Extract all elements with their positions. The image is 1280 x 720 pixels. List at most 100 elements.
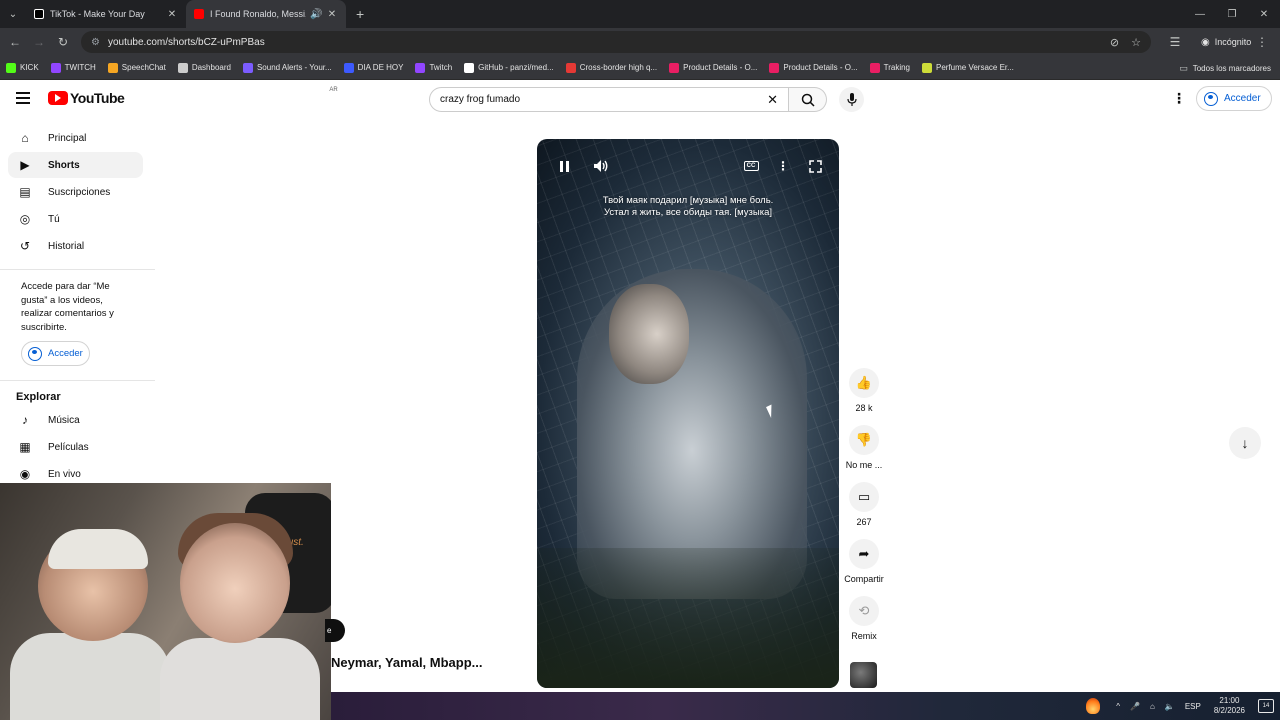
bookmark-favicon-icon (242, 62, 253, 73)
bookmark-item[interactable]: GitHub - panzi/med... (464, 62, 554, 73)
new-tab-button[interactable]: + (346, 0, 374, 28)
restore-icon[interactable]: ❐ (1216, 0, 1248, 28)
dislike-icon: 👎 (849, 425, 879, 455)
sidebar-item-subscriptions[interactable]: ▤ Suscripciones (8, 179, 143, 205)
explore-heading: Explorar (16, 391, 61, 403)
search-button[interactable] (789, 87, 827, 112)
remix-button[interactable]: ⟲ Remix (842, 596, 886, 641)
speaker-icon[interactable]: 🔈 (1165, 702, 1175, 711)
bookmark-item[interactable]: Sound Alerts - Your... (242, 62, 332, 73)
sidebar-divider (0, 269, 155, 270)
settings-menu-icon[interactable]: ⋮ (1172, 90, 1186, 107)
pause-icon[interactable] (553, 157, 575, 175)
bookmark-label: TWITCH (64, 63, 96, 72)
sidebar-item-home[interactable]: ⌂ Principal (8, 125, 143, 151)
address-bar[interactable]: ⚙ youtube.com/shorts/bCZ-uPmPBas ⊘ ☆ (81, 31, 1151, 53)
notifications-icon[interactable]: 14 (1258, 699, 1274, 713)
close-tab-icon[interactable]: ✕ (326, 9, 338, 20)
browser-menu-icon[interactable]: ⋮ (1256, 35, 1268, 49)
like-icon: 👍 (849, 368, 879, 398)
clock[interactable]: 21:00 8/2/2026 (1214, 696, 1245, 716)
bookmark-label: GitHub - panzi/med... (478, 63, 554, 72)
bookmark-item[interactable]: DIA DE HOY (343, 62, 403, 73)
tab-tiktok[interactable]: TikTok - Make Your Day ✕ (26, 0, 186, 28)
reading-list-icon[interactable]: ☰ (1163, 30, 1187, 54)
short-title[interactable]: Neymar, Yamal, Mbapp... (331, 655, 483, 670)
incognito-indicator[interactable]: ◉ Incógnito (1201, 37, 1251, 48)
subtitle-line: Твой маяк подарил [музыка] мне боль. (602, 195, 774, 206)
voice-search-button[interactable] (839, 87, 864, 112)
bookmark-item[interactable]: Cross-border high q... (565, 62, 658, 73)
bookmark-favicon-icon (565, 62, 576, 73)
bookmark-item[interactable]: KICK (6, 62, 39, 73)
logo-text: YouTube (70, 90, 125, 106)
tiktok-favicon-icon (34, 9, 44, 19)
sidebar-item-music[interactable]: ♪ Música (8, 407, 143, 433)
bookmark-item[interactable]: Twitch (415, 62, 452, 73)
sidebar-item-history[interactable]: ↺ Historial (8, 233, 143, 259)
signin-note: Accede para dar “Me gusta” a los videos,… (21, 281, 114, 333)
youtube-logo[interactable]: YouTube AR (48, 87, 338, 106)
reload-icon[interactable]: ↻ (51, 30, 75, 54)
network-icon[interactable]: ⌂ (1150, 702, 1155, 711)
site-info-icon[interactable]: ⚙ (91, 37, 100, 48)
bookmark-item[interactable]: SpeechChat (107, 62, 166, 73)
fullscreen-icon[interactable] (804, 157, 826, 175)
captions-icon[interactable]: CC (740, 157, 762, 175)
action-label: Compartir (844, 574, 884, 584)
bookmark-star-icon[interactable]: ☆ (1131, 36, 1141, 49)
close-window-icon[interactable]: ✕ (1248, 0, 1280, 28)
tray-overflow-icon[interactable]: ^ (1116, 702, 1120, 711)
browser-toolbar: ← → ↻ ⚙ youtube.com/shorts/bCZ-uPmPBas ⊘… (0, 28, 1280, 56)
sign-in-button[interactable]: Acceder (1196, 86, 1272, 111)
all-bookmarks-button[interactable]: ▭ Todos los marcadores (1179, 56, 1271, 80)
volume-icon[interactable] (590, 157, 612, 175)
audio-icon[interactable]: 🔊 (310, 9, 322, 20)
share-icon: ➦ (849, 539, 879, 569)
minimize-icon[interactable]: — (1184, 0, 1216, 28)
history-icon: ↺ (19, 239, 31, 253)
menu-icon[interactable] (16, 92, 30, 104)
app-flame-icon[interactable] (1086, 698, 1100, 714)
short-video-player[interactable]: CC ⋮ Твой маяк подарил [музыка] мне боль… (537, 139, 839, 688)
bookmark-favicon-icon (107, 62, 118, 73)
bookmark-item[interactable]: Product Details - O... (669, 62, 757, 73)
tab-title: I Found Ronaldo, Messi, Ne (210, 9, 306, 19)
clear-search-icon[interactable]: ✕ (767, 92, 778, 108)
eye-off-icon[interactable]: ⊘ (1110, 36, 1119, 49)
bookmark-item[interactable]: Traking (869, 62, 910, 73)
bookmark-label: SpeechChat (121, 63, 166, 72)
tab-search-icon[interactable]: ⌄ (0, 0, 26, 28)
mic-tray-icon[interactable]: 🎤 (1130, 702, 1140, 711)
forward-icon[interactable]: → (27, 30, 51, 54)
close-tab-icon[interactable]: ✕ (166, 9, 178, 20)
channel-avatar[interactable] (850, 662, 877, 688)
bookmark-item[interactable]: Product Details - O... (769, 62, 858, 73)
sidebar-item-label: Historial (48, 240, 85, 252)
sidebar-divider (0, 380, 155, 381)
sidebar-item-you[interactable]: ◎ Tú (8, 206, 143, 232)
account-icon (28, 346, 42, 361)
bookmark-item[interactable]: TWITCH (50, 62, 96, 73)
bookmark-item[interactable]: Dashboard (177, 62, 231, 73)
sidebar-sign-in-button[interactable]: Acceder (21, 341, 90, 366)
back-icon[interactable]: ← (3, 30, 27, 54)
share-button[interactable]: ➦ Compartir (842, 539, 886, 584)
dislike-button[interactable]: 👎 No me ... (842, 425, 886, 470)
mic-icon (846, 92, 857, 106)
windows-taskbar: ^ 🎤 ⌂ 🔈 ESP 21:00 8/2/2026 14 (331, 692, 1280, 720)
bookmark-item[interactable]: Perfume Versace Er... (922, 62, 1014, 73)
language-indicator[interactable]: ESP (1185, 702, 1201, 711)
tab-youtube[interactable]: I Found Ronaldo, Messi, Ne 🔊 ✕ (186, 0, 346, 28)
action-label: 267 (856, 517, 872, 527)
like-button[interactable]: 👍 28 k (842, 368, 886, 413)
comment-button[interactable]: ▭ 267 (842, 482, 886, 527)
bookmark-label: Cross-border high q... (579, 63, 658, 72)
sidebar-item-shorts[interactable]: ▶ Shorts (8, 152, 143, 178)
search-input[interactable]: crazy frog fumado ✕ (429, 87, 789, 112)
comment-icon: ▭ (849, 482, 879, 512)
sidebar-item-label: Principal (48, 132, 87, 144)
next-short-button[interactable]: ↓ (1229, 427, 1261, 459)
sidebar-item-movies[interactable]: ▦ Películas (8, 434, 143, 460)
video-more-icon[interactable]: ⋮ (772, 157, 794, 175)
